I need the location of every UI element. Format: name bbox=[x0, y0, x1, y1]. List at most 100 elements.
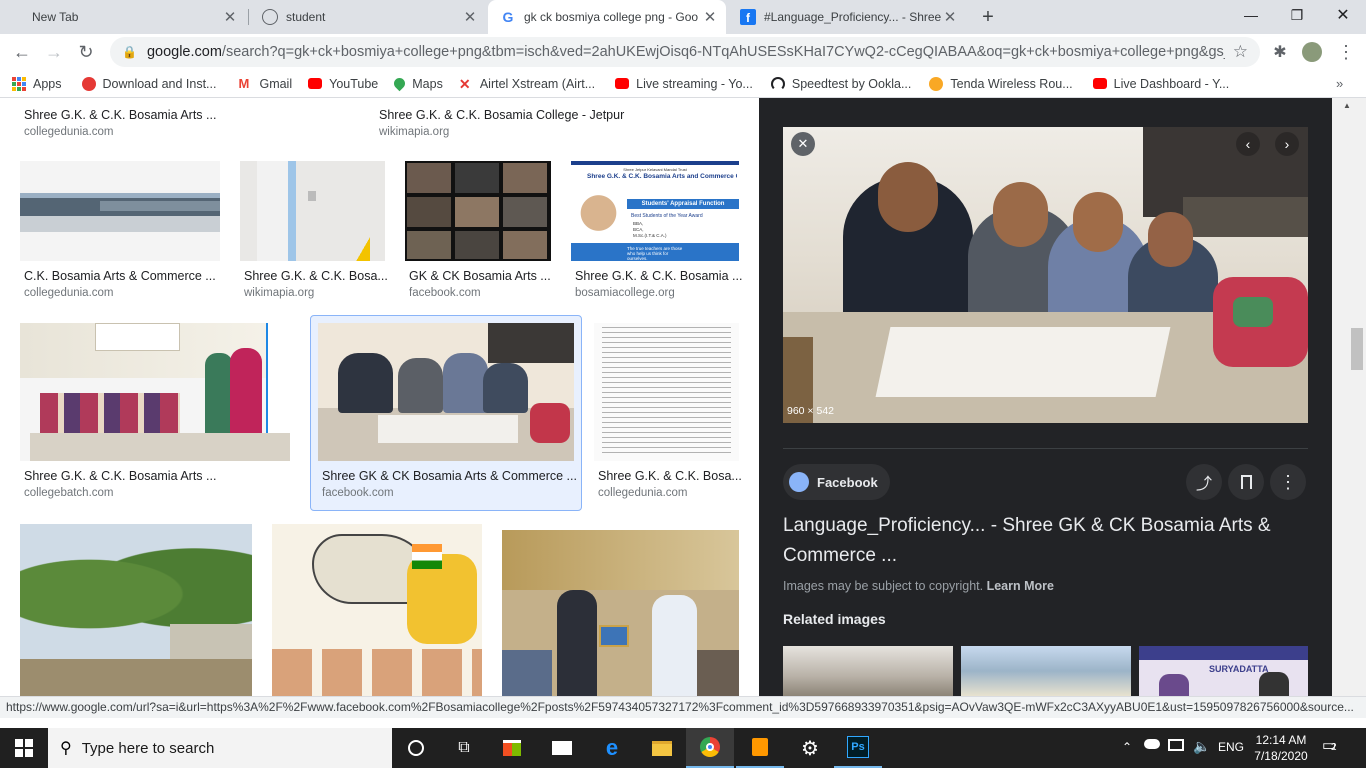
result-item[interactable]: Shree G.K. & C.K. Bosamia Arts ... colle… bbox=[20, 98, 360, 148]
store-icon[interactable] bbox=[488, 728, 536, 768]
close-icon[interactable]: ✕ bbox=[942, 9, 958, 26]
result-item[interactable]: GK & CK Bosamia Arts ... facebook.com bbox=[405, 161, 551, 306]
result-item[interactable]: Shree G.K. & C.K. Bosa... collegedunia.c… bbox=[594, 323, 742, 503]
photoshop-icon[interactable]: Ps bbox=[834, 728, 882, 768]
bookmark-maps[interactable]: Maps bbox=[391, 75, 443, 92]
bookmark-airtel[interactable]: ✕ Airtel Xstream (Airt... bbox=[459, 77, 595, 91]
bookmark-gmail[interactable]: M Gmail bbox=[238, 76, 292, 91]
network-icon[interactable] bbox=[1168, 739, 1184, 751]
settings-gear-icon[interactable]: ⚙ bbox=[786, 728, 834, 768]
result-item[interactable] bbox=[502, 530, 739, 696]
onedrive-icon[interactable] bbox=[1144, 739, 1160, 749]
chevron-up-icon[interactable]: ⌃ bbox=[1122, 740, 1132, 754]
related-thumbnail[interactable] bbox=[961, 646, 1131, 696]
share-icon[interactable]: ⤴ bbox=[1186, 464, 1222, 500]
bookmark-apps[interactable]: Apps bbox=[12, 76, 62, 91]
minimize-button[interactable]: — bbox=[1228, 0, 1274, 30]
maps-icon bbox=[391, 75, 408, 92]
result-source: collegebatch.com bbox=[24, 487, 114, 499]
tab-student[interactable]: student ✕ bbox=[250, 0, 486, 34]
poster-banner: Students' Appraisal Function bbox=[627, 199, 739, 209]
youtube-icon bbox=[1092, 78, 1107, 89]
close-icon[interactable]: ✕ bbox=[702, 9, 718, 26]
learn-more-link[interactable]: Learn More bbox=[987, 579, 1054, 593]
bookmark-label: Live streaming - Yo... bbox=[636, 76, 753, 91]
related-thumbnail[interactable]: SURYADATTA bbox=[1139, 646, 1308, 696]
youtube-icon bbox=[615, 78, 630, 89]
maximize-button[interactable]: ❐ bbox=[1274, 0, 1320, 30]
link-status-bar: https://www.google.com/url?sa=i&url=http… bbox=[0, 696, 1366, 718]
mail-icon[interactable] bbox=[538, 728, 586, 768]
bookmark-star-icon[interactable]: ☆ bbox=[1233, 42, 1248, 62]
bookmark-tenda[interactable]: Tenda Wireless Rou... bbox=[929, 76, 1073, 91]
sublime-icon[interactable] bbox=[736, 728, 784, 768]
avatar[interactable] bbox=[1300, 40, 1324, 64]
result-item[interactable]: Shree G.K. & C.K. Bosamia College - Jetp… bbox=[375, 98, 735, 148]
close-window-button[interactable]: ✕ bbox=[1320, 0, 1366, 30]
tab-google-images[interactable]: G gk ck bosmiya college png - Goo ✕ bbox=[488, 0, 726, 34]
result-item[interactable]: Shree G.K. & C.K. Bosa... wikimapia.org bbox=[240, 161, 388, 306]
bookmark-youtube[interactable]: YouTube bbox=[308, 77, 378, 91]
address-bar[interactable]: 🔒 google.com/search?q=gk+ck+bosmiya+coll… bbox=[110, 37, 1260, 67]
result-source: collegedunia.com bbox=[598, 487, 688, 499]
result-thumbnail bbox=[318, 323, 574, 461]
youtube-icon bbox=[308, 78, 323, 89]
bookmark-speedtest[interactable]: Speedtest by Ookla... bbox=[770, 76, 911, 91]
file-explorer-icon[interactable] bbox=[638, 728, 686, 768]
scrollbar-thumb[interactable] bbox=[1351, 328, 1363, 370]
edge-icon[interactable]: e bbox=[588, 728, 636, 768]
extensions-icon[interactable]: ✱ bbox=[1268, 40, 1292, 64]
windows-start-icon[interactable] bbox=[0, 728, 48, 768]
source-chip[interactable]: Facebook bbox=[783, 464, 890, 500]
preview-panel: ✕ ‹ › 960 × 542 Facebook ⤴ ⋮ Language_Pr… bbox=[759, 98, 1332, 696]
result-thumbnail bbox=[405, 161, 551, 261]
volume-icon[interactable]: 🔈 bbox=[1193, 738, 1210, 755]
close-icon[interactable]: ✕ bbox=[791, 132, 815, 156]
reload-button[interactable]: ↻ bbox=[72, 38, 100, 66]
bookmark-label: Live Dashboard - Y... bbox=[1113, 76, 1230, 91]
preview-image[interactable] bbox=[783, 127, 1308, 423]
result-item[interactable]: Shree G.K. & C.K. Bosamia Arts ... colle… bbox=[20, 323, 298, 503]
result-source: facebook.com bbox=[322, 487, 394, 499]
back-button[interactable]: ← bbox=[8, 38, 36, 66]
tab-strip: New Tab ✕ student ✕ G gk ck bosmiya coll… bbox=[0, 0, 1366, 34]
forward-button[interactable]: → bbox=[40, 38, 68, 66]
result-item[interactable]: C.K. Bosamia Arts & Commerce ... college… bbox=[20, 161, 220, 306]
result-source: collegedunia.com bbox=[24, 287, 114, 299]
preview-title[interactable]: Language_Proficiency... - Shree GK & CK … bbox=[783, 511, 1308, 571]
taskbar-search-box[interactable]: ⚲ Type here to search bbox=[48, 728, 392, 768]
new-tab-button[interactable]: + bbox=[976, 5, 1000, 29]
bookmark-live-streaming[interactable]: Live streaming - Yo... bbox=[615, 77, 753, 91]
result-caption: Shree G.K. & C.K. Bosa... bbox=[244, 269, 388, 283]
bookmark-label: Airtel Xstream (Airt... bbox=[479, 76, 596, 91]
chevron-right-icon[interactable]: › bbox=[1275, 132, 1299, 156]
tab-facebook[interactable]: f #Language_Proficiency... - Shree ✕ bbox=[728, 0, 966, 34]
task-view-icon[interactable]: ⧉ bbox=[440, 728, 488, 768]
notifications-icon[interactable]: ▭ 2 bbox=[1322, 736, 1346, 760]
result-item[interactable]: Shree Jetpur Kelavani Mandal Trust Shree… bbox=[571, 161, 742, 306]
more-bookmarks-icon[interactable]: » bbox=[1336, 76, 1343, 91]
clock[interactable]: 12:14 AM 7/18/2020 bbox=[1250, 732, 1312, 764]
language-indicator[interactable]: ENG bbox=[1218, 740, 1244, 754]
result-item[interactable] bbox=[20, 524, 252, 696]
related-thumbnail[interactable] bbox=[783, 646, 953, 696]
cortana-icon[interactable] bbox=[392, 728, 440, 768]
toolbar: ← → ↻ 🔒 google.com/search?q=gk+ck+bosmiy… bbox=[0, 34, 1366, 70]
close-icon[interactable]: ✕ bbox=[222, 9, 238, 26]
scrollbar[interactable]: ▲ bbox=[1332, 98, 1366, 696]
bookmark-live-dashboard[interactable]: Live Dashboard - Y... bbox=[1092, 76, 1230, 91]
bookmark-label: Apps bbox=[33, 76, 62, 91]
chevron-left-icon[interactable]: ‹ bbox=[1236, 132, 1260, 156]
tab-new-tab[interactable]: New Tab ✕ bbox=[8, 0, 246, 34]
result-item[interactable] bbox=[272, 524, 482, 696]
bookmark-icon[interactable] bbox=[1228, 464, 1264, 500]
result-item-selected[interactable]: Shree GK & CK Bosamia Arts & Commerce ..… bbox=[318, 323, 577, 503]
image-results: Shree G.K. & C.K. Bosamia Arts ... colle… bbox=[0, 98, 1366, 696]
bookmark-download[interactable]: Download and Inst... bbox=[81, 76, 216, 91]
close-icon[interactable]: ✕ bbox=[462, 9, 478, 26]
download-icon bbox=[81, 76, 96, 91]
menu-icon[interactable]: ⋮ bbox=[1334, 40, 1358, 64]
result-caption: Shree G.K. & C.K. Bosamia College - Jetp… bbox=[379, 108, 625, 122]
chrome-icon[interactable] bbox=[686, 728, 734, 768]
more-options-icon[interactable]: ⋮ bbox=[1270, 464, 1306, 500]
